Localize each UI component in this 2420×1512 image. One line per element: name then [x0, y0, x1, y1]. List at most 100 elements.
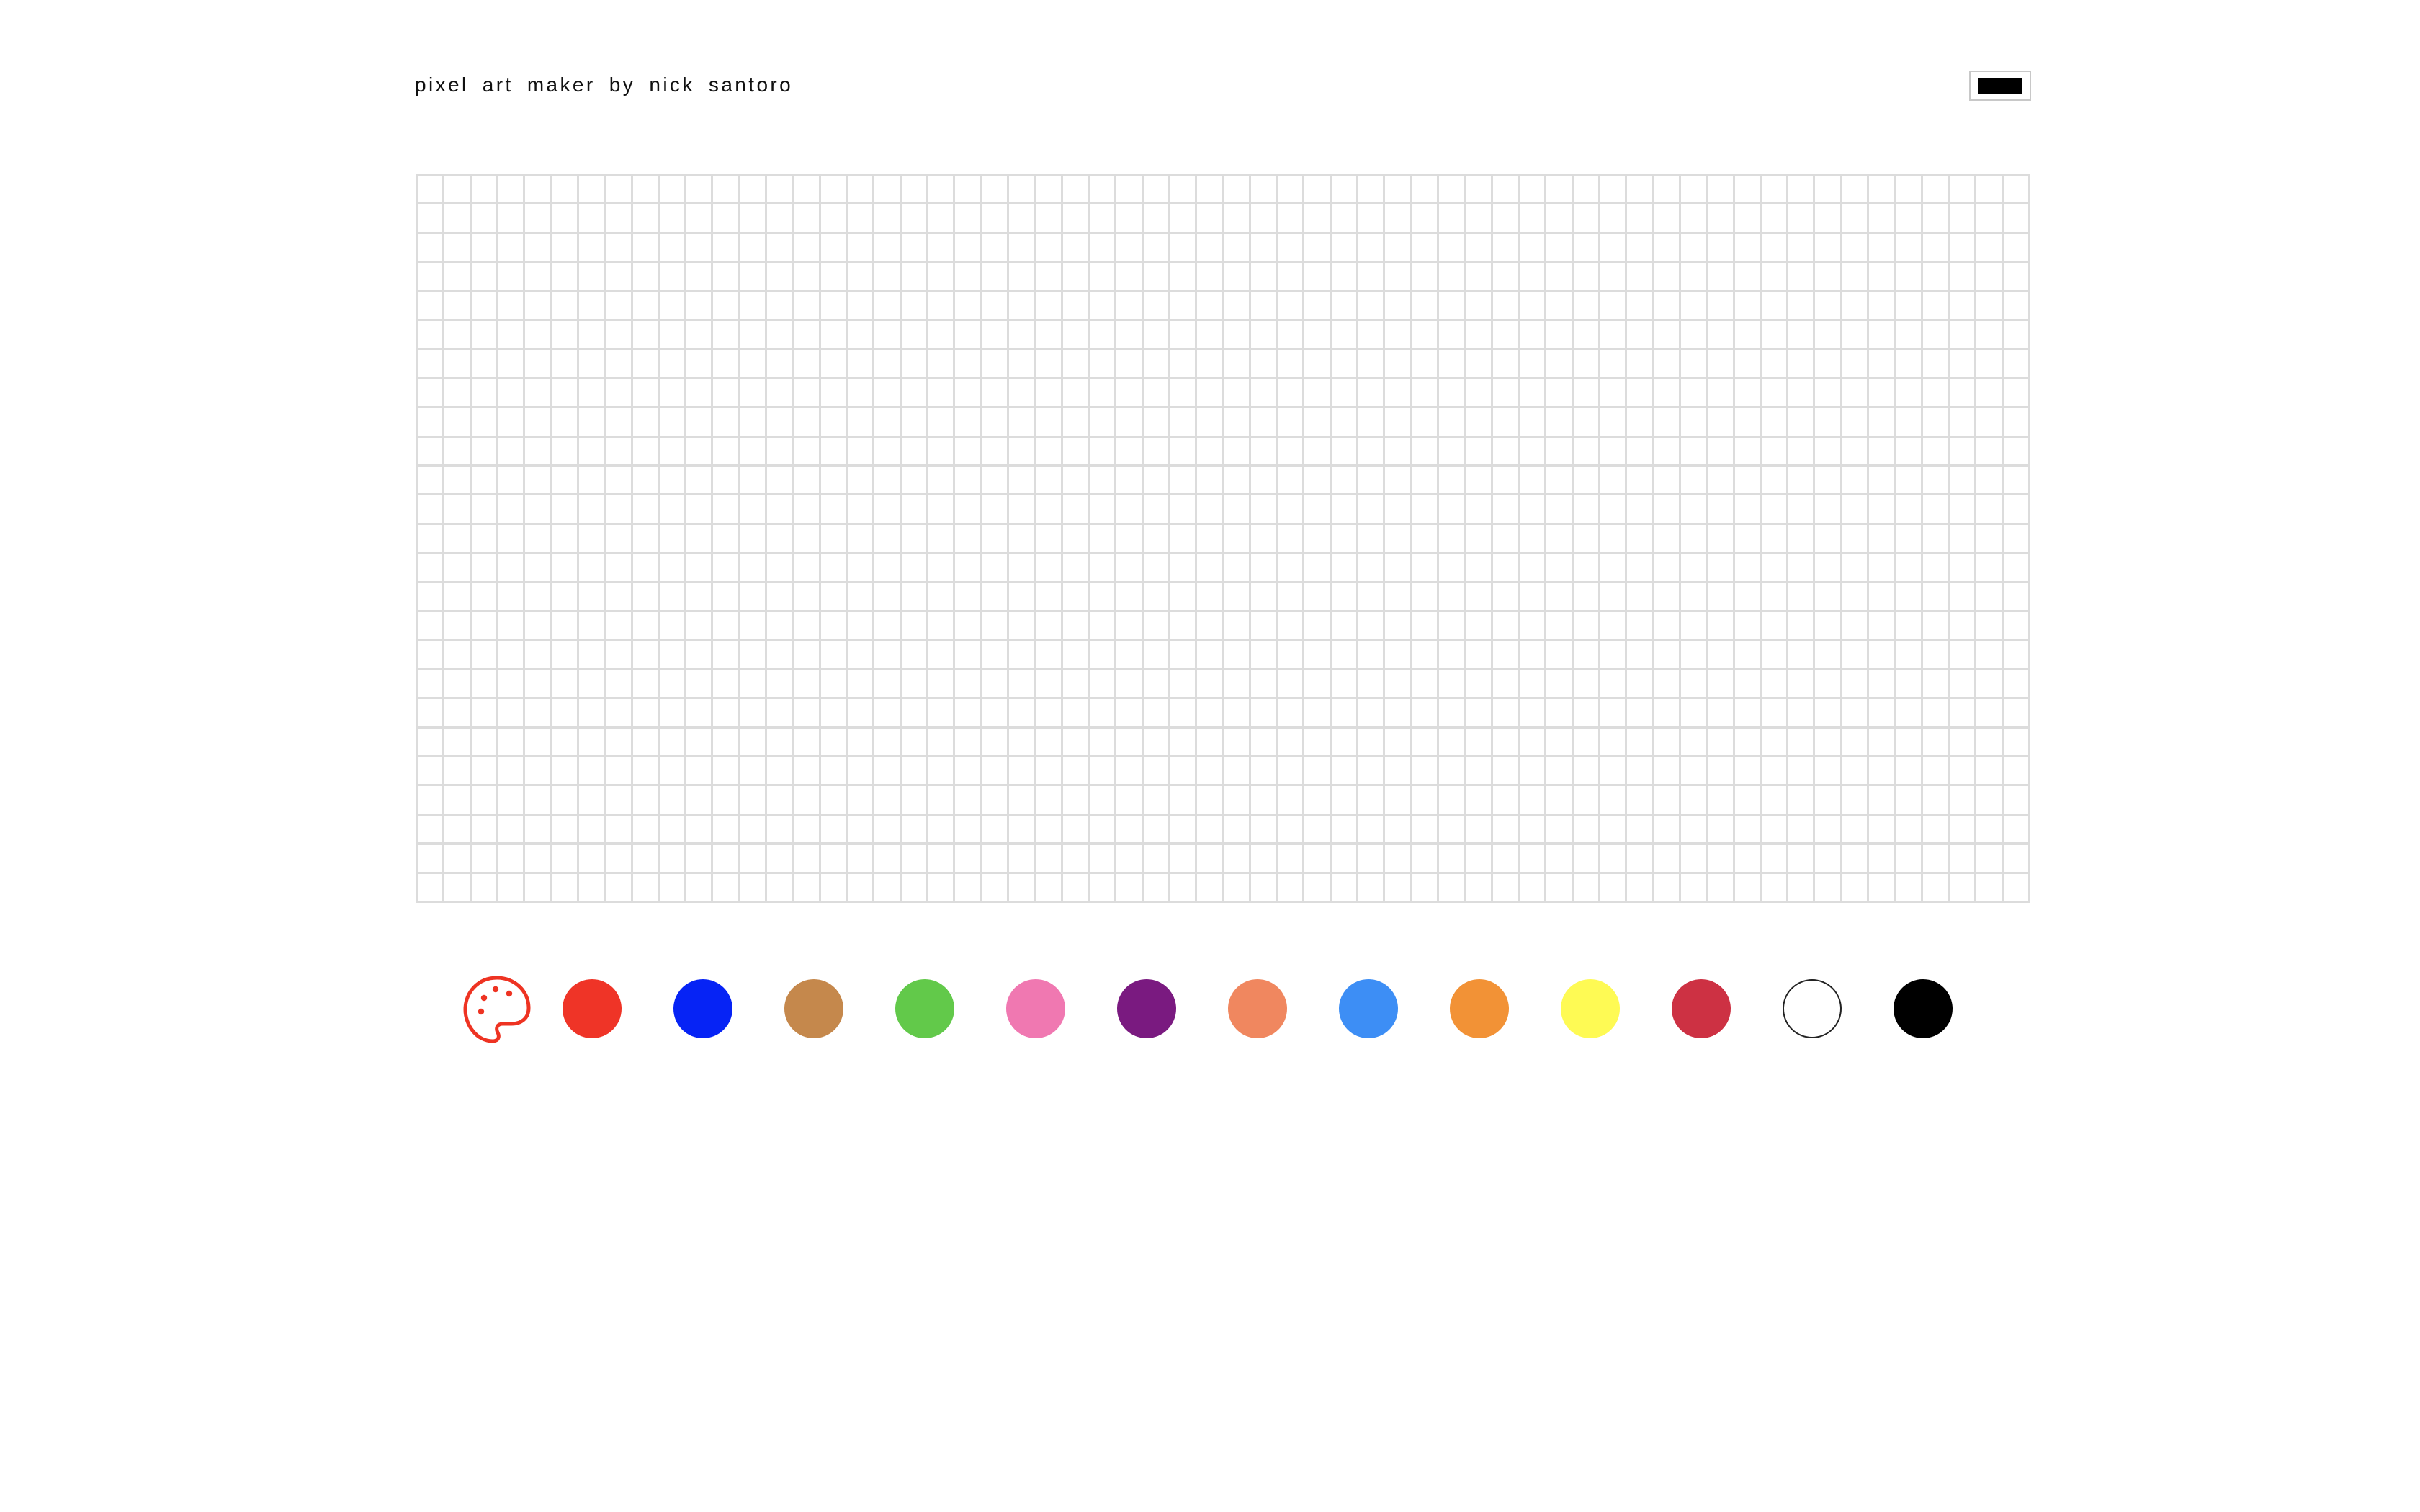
pixel-cell[interactable]	[767, 670, 794, 700]
pixel-cell[interactable]	[767, 873, 794, 903]
pixel-cell[interactable]	[578, 524, 606, 554]
pixel-cell[interactable]	[1950, 786, 1977, 816]
pixel-cell[interactable]	[1788, 321, 1816, 351]
pixel-cell[interactable]	[1385, 292, 1412, 321]
pixel-cell[interactable]	[1546, 873, 1574, 903]
pixel-cell[interactable]	[578, 582, 606, 612]
color-swatch-purple[interactable]	[1117, 979, 1176, 1038]
pixel-cell[interactable]	[686, 786, 714, 816]
pixel-cell[interactable]	[1680, 757, 1708, 787]
pixel-cell[interactable]	[1842, 728, 1870, 757]
pixel-cell[interactable]	[686, 845, 714, 874]
pixel-cell[interactable]	[1842, 379, 1870, 409]
pixel-cell[interactable]	[901, 815, 929, 845]
pixel-cell[interactable]	[874, 263, 902, 292]
pixel-cell[interactable]	[1573, 495, 1600, 525]
pixel-cell[interactable]	[525, 233, 552, 264]
pixel-cell[interactable]	[1385, 495, 1412, 525]
pixel-cell[interactable]	[1842, 524, 1870, 554]
pixel-cell[interactable]	[1304, 815, 1332, 845]
pixel-cell[interactable]	[1600, 786, 1628, 816]
pixel-cell[interactable]	[1385, 204, 1412, 234]
pixel-cell[interactable]	[1250, 379, 1278, 409]
pixel-cell[interactable]	[1197, 350, 1224, 379]
pixel-cell[interactable]	[1680, 786, 1708, 816]
pixel-cell[interactable]	[1976, 728, 2004, 757]
pixel-cell[interactable]	[982, 757, 1009, 787]
pixel-cell[interactable]	[606, 757, 633, 787]
pixel-cell[interactable]	[1815, 495, 1842, 525]
pixel-cell[interactable]	[1546, 263, 1574, 292]
pixel-cell[interactable]	[1197, 408, 1224, 438]
pixel-cell[interactable]	[1519, 670, 1547, 700]
pixel-cell[interactable]	[498, 379, 526, 409]
pixel-cell[interactable]	[1331, 524, 1359, 554]
pixel-cell[interactable]	[632, 873, 660, 903]
pixel-cell[interactable]	[498, 263, 526, 292]
pixel-cell[interactable]	[1385, 321, 1412, 351]
pixel-cell[interactable]	[1439, 292, 1466, 321]
pixel-cell[interactable]	[471, 495, 498, 525]
pixel-cell[interactable]	[1600, 728, 1628, 757]
pixel-cell[interactable]	[1036, 641, 1063, 670]
pixel-cell[interactable]	[1358, 495, 1386, 525]
pixel-cell[interactable]	[1304, 699, 1332, 729]
pixel-cell[interactable]	[1546, 204, 1574, 234]
pixel-cell[interactable]	[1654, 408, 1681, 438]
pixel-cell[interactable]	[1008, 233, 1036, 264]
pixel-cell[interactable]	[1950, 437, 1977, 467]
pixel-cell[interactable]	[1976, 467, 2004, 496]
pixel-cell[interactable]	[1008, 176, 1036, 205]
pixel-cell[interactable]	[1492, 408, 1520, 438]
pixel-cell[interactable]	[1036, 815, 1063, 845]
pixel-cell[interactable]	[1761, 379, 1789, 409]
pixel-cell[interactable]	[955, 292, 982, 321]
pixel-cell[interactable]	[1197, 263, 1224, 292]
pixel-cell[interactable]	[1331, 350, 1359, 379]
pixel-cell[interactable]	[1143, 350, 1170, 379]
pixel-cell[interactable]	[1492, 699, 1520, 729]
pixel-cell[interactable]	[1197, 786, 1224, 816]
pixel-cell[interactable]	[928, 379, 956, 409]
pixel-cell[interactable]	[1089, 321, 1117, 351]
pixel-cell[interactable]	[1546, 757, 1574, 787]
pixel-cell[interactable]	[1546, 467, 1574, 496]
pixel-cell[interactable]	[1089, 204, 1117, 234]
pixel-cell[interactable]	[1869, 757, 1896, 787]
pixel-cell[interactable]	[1089, 582, 1117, 612]
pixel-cell[interactable]	[1680, 582, 1708, 612]
pixel-cell[interactable]	[1492, 467, 1520, 496]
pixel-cell[interactable]	[1896, 233, 1923, 264]
pixel-cell[interactable]	[1197, 873, 1224, 903]
pixel-cell[interactable]	[1976, 873, 2004, 903]
pixel-cell[interactable]	[1008, 350, 1036, 379]
pixel-cell[interactable]	[1815, 176, 1842, 205]
pixel-cell[interactable]	[1680, 204, 1708, 234]
pixel-cell[interactable]	[444, 699, 472, 729]
pixel-cell[interactable]	[578, 292, 606, 321]
pixel-cell[interactable]	[1116, 786, 1144, 816]
pixel-cell[interactable]	[1250, 757, 1278, 787]
pixel-cell[interactable]	[1439, 757, 1466, 787]
pixel-cell[interactable]	[1331, 641, 1359, 670]
pixel-cell[interactable]	[2003, 437, 2030, 467]
pixel-cell[interactable]	[471, 263, 498, 292]
pixel-cell[interactable]	[1734, 495, 1762, 525]
pixel-cell[interactable]	[1922, 612, 1950, 642]
pixel-cell[interactable]	[713, 554, 740, 583]
pixel-cell[interactable]	[1331, 321, 1359, 351]
pixel-cell[interactable]	[1116, 495, 1144, 525]
pixel-cell[interactable]	[848, 757, 875, 787]
pixel-cell[interactable]	[820, 757, 848, 787]
pixel-cell[interactable]	[1815, 612, 1842, 642]
pixel-cell[interactable]	[1250, 263, 1278, 292]
pixel-cell[interactable]	[848, 495, 875, 525]
pixel-cell[interactable]	[1761, 728, 1789, 757]
pixel-cell[interactable]	[982, 786, 1009, 816]
pixel-cell[interactable]	[632, 524, 660, 554]
pixel-cell[interactable]	[1250, 233, 1278, 264]
pixel-cell[interactable]	[740, 408, 768, 438]
pixel-cell[interactable]	[659, 815, 687, 845]
pixel-cell[interactable]	[525, 554, 552, 583]
pixel-cell[interactable]	[1331, 554, 1359, 583]
